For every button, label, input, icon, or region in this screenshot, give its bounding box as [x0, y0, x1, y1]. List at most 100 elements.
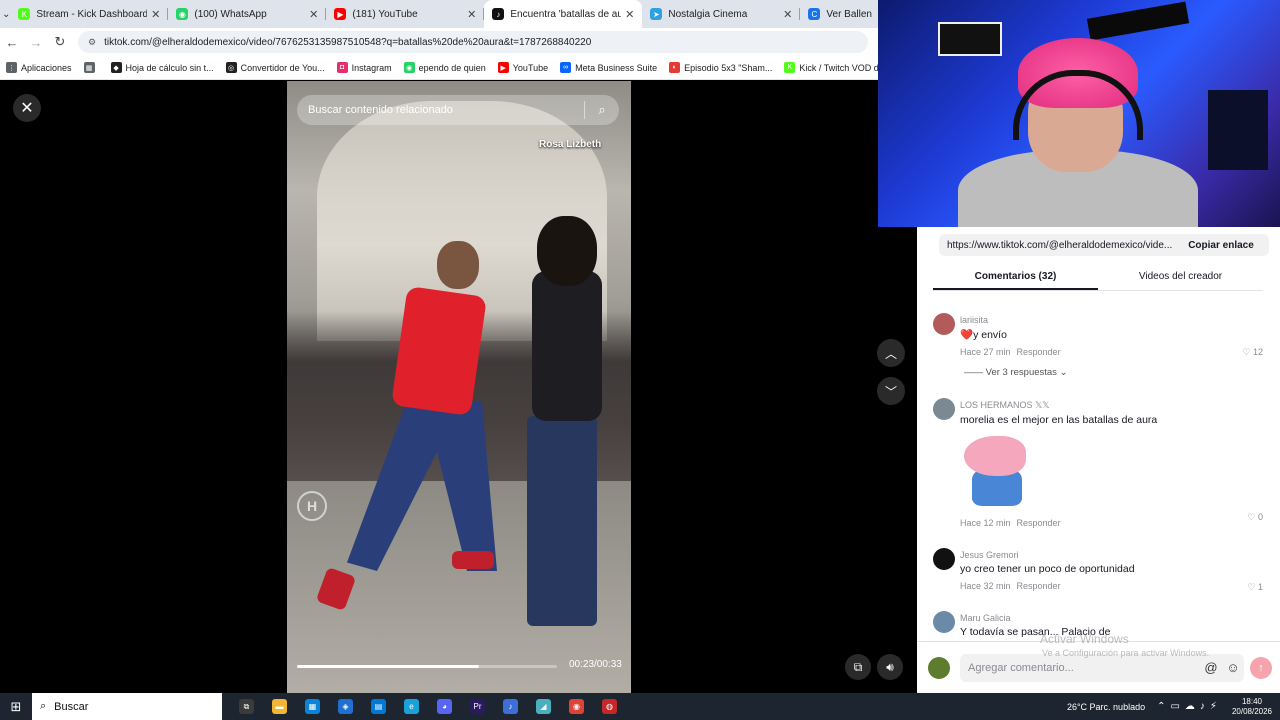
video-person2-body [532, 271, 602, 421]
like-button[interactable]: ♡ 0 [1247, 512, 1263, 523]
url-text: tiktok.com/@elheraldodemexico/video/7676… [104, 36, 592, 48]
app-icon: ▦ [305, 699, 320, 714]
comment-username[interactable]: LOS HERMANOS 𝕏𝕏 [960, 392, 1273, 411]
windows-start-icon[interactable]: ⊞ [0, 699, 32, 715]
tab-comments[interactable]: Comentarios (32) [933, 269, 1098, 290]
taskbar-app-icon[interactable]: ◉ [560, 693, 593, 720]
mention-icon[interactable]: @ [1200, 660, 1222, 675]
close-icon[interactable]: ✕ [467, 8, 476, 21]
avatar[interactable] [933, 548, 955, 570]
copy-link-button[interactable]: Copiar enlace [1173, 240, 1269, 251]
chevron-down-icon[interactable]: ﹀ [877, 377, 905, 405]
comment-username[interactable]: lariisita [960, 307, 1273, 325]
comment-username[interactable]: Maru Galicia [960, 605, 1273, 623]
browser-tab[interactable]: ▶ (181) YouTube ✕ [326, 0, 485, 28]
browser-tab[interactable]: ♪ Encuentra 'batallas de aura'✕ [484, 0, 643, 28]
close-icon[interactable]: ✕ [309, 8, 318, 21]
reply-button[interactable]: Responder [1017, 581, 1061, 591]
bookmark-item[interactable]: ◘ Instagram [336, 62, 392, 73]
reply-button[interactable]: Responder [1017, 518, 1061, 528]
site-info-icon[interactable]: ⚙ [88, 37, 96, 48]
bookmark-favicon-icon: ▦ [83, 62, 95, 73]
taskbar-app-icon[interactable]: Pr [461, 693, 494, 720]
avatar[interactable] [933, 398, 955, 420]
weather-widget[interactable]: 26°C Parc. nublado [1067, 702, 1145, 712]
emoji-icon[interactable]: ☺ [1222, 660, 1244, 675]
tab-creator-videos[interactable]: Videos del creador [1098, 269, 1263, 290]
reply-button[interactable]: Responder [1017, 347, 1061, 357]
chevron-up-icon[interactable]: ︿ [877, 339, 905, 367]
browser-tab[interactable]: K Stream - Kick Dashboard ✕ [10, 0, 169, 28]
view-replies-button[interactable]: —— Ver 3 respuestas ⌄ [964, 367, 1273, 378]
bookmark-item[interactable]: ⋮ Aplicaciones [6, 62, 72, 73]
wall-poster [1208, 90, 1268, 170]
bookmark-label: Instagram [351, 62, 392, 73]
browser-tab[interactable]: ◉ (100) WhatsApp ✕ [168, 0, 327, 28]
tab-favicon-icon: C [808, 8, 821, 20]
app-icon: ▤ [371, 699, 386, 714]
avatar[interactable] [933, 611, 955, 633]
comment-time: Hace 27 min [960, 347, 1011, 357]
taskbar-app-icon[interactable]: ▤ [362, 693, 395, 720]
bookmark-item[interactable]: ◉ ependo de quien [403, 62, 486, 73]
taskbar-app-icon[interactable]: ◈ [329, 693, 362, 720]
windows-activation-subtext: Ve a Configuración para activar Windows. [1042, 648, 1210, 658]
bookmark-item[interactable]: ▦ [83, 62, 99, 73]
bookmark-label: Aplicaciones [21, 62, 72, 73]
taskbar-app-icon[interactable]: ▦ [296, 693, 329, 720]
bookmark-item[interactable]: ◐ Episodio 5x3 "Sham... [669, 62, 772, 73]
taskbar-app-icon[interactable]: ◕ [428, 693, 461, 720]
close-icon[interactable]: ✕ [783, 8, 792, 21]
bookmark-item[interactable]: ∞ Meta Business Suite [560, 62, 657, 73]
browser-tab[interactable]: CVer Ballen✕ [800, 0, 878, 28]
windows-taskbar: ⊞ ⌕ Buscar ⧉ ▬ ▦ ◈ ▤ e ◕ Pr ♪ ◢ ◉ ◍ 26°C Parc. nubl… [0, 693, 1280, 720]
video-player[interactable]: Buscar contenido relacionado ⌕ Rosa Lizb… [287, 81, 631, 693]
url-input[interactable]: ⚙ tiktok.com/@elheraldodemexico/video/76… [78, 31, 868, 53]
bookmark-item[interactable]: ◎ Convertidor de You... [225, 62, 325, 73]
like-button[interactable]: ♡ 12 [1242, 347, 1263, 358]
clock-date: 20/08/2026 [1231, 706, 1272, 716]
share-link-url[interactable]: https://www.tiktok.com/@elheraldodemexic… [947, 240, 1173, 251]
taskbar-search[interactable]: ⌕ Buscar [32, 693, 222, 720]
comment-text: ❤️y envío [960, 329, 1007, 341]
comment-placeholder: Agregar comentario... [968, 661, 1074, 674]
close-icon[interactable]: ✕ [625, 8, 634, 21]
tab-search-icon[interactable]: ⌄ [2, 0, 10, 28]
picture-in-picture-icon[interactable]: ⧉ [845, 654, 871, 680]
forward-arrow-icon[interactable]: → [24, 35, 48, 50]
tray-icons[interactable]: ⌃▭☁♪⚡ [1157, 701, 1222, 712]
video-person2-head [537, 216, 597, 286]
app-icon: Pr [470, 699, 485, 714]
search-icon[interactable]: ⌕ [585, 102, 619, 118]
video-progress-bar[interactable] [297, 665, 557, 668]
taskbar-app-icon[interactable]: ◍ [593, 693, 626, 720]
browser-tab[interactable]: ➤ Nostalgia Cinema ✕ [642, 0, 801, 28]
bookmark-item[interactable]: K Kick / Twitch VOD d... [784, 62, 878, 73]
taskbar-app-icon[interactable]: ◢ [527, 693, 560, 720]
address-bar: ← → ↻ ⚙ tiktok.com/@elheraldodemexico/vi… [0, 28, 878, 56]
close-icon[interactable]: ✕ [151, 8, 160, 21]
bookmark-favicon-icon: ◐ [669, 62, 681, 73]
close-icon[interactable]: ✕ [13, 94, 41, 122]
bookmark-item[interactable]: ◆ Hoja de cálculo sin t... [110, 62, 214, 73]
avatar[interactable] [933, 313, 955, 335]
clock[interactable]: 18:40 20/08/2026 [1232, 697, 1272, 717]
tab-favicon-icon: ▶ [334, 8, 347, 20]
taskbar-app-icon[interactable]: ▬ [263, 693, 296, 720]
taskbar-app-icon[interactable]: e [395, 693, 428, 720]
app-icon: ◉ [569, 699, 584, 714]
send-arrow-icon[interactable]: ↑ [1250, 656, 1272, 679]
bookmark-label: Convertidor de You... [240, 62, 325, 73]
reload-icon[interactable]: ↻ [48, 34, 72, 50]
bookmark-item[interactable]: ▶ YouTube [497, 62, 548, 73]
avatar [928, 656, 950, 679]
comment-username[interactable]: Jesus Gremori [960, 542, 1273, 560]
like-button[interactable]: ♡ 1 [1247, 582, 1263, 593]
tab-favicon-icon: ➤ [650, 8, 663, 20]
system-tray: 26°C Parc. nublado ⌃▭☁♪⚡ 18:40 20/08/202… [1067, 693, 1280, 720]
taskbar-app-icon[interactable]: ⧉ [230, 693, 263, 720]
volume-icon[interactable]: 🔊︎ [877, 654, 903, 680]
taskbar-app-icon[interactable]: ♪ [494, 693, 527, 720]
back-arrow-icon[interactable]: ← [0, 35, 24, 50]
related-search-input[interactable]: Buscar contenido relacionado ⌕ [297, 95, 619, 125]
